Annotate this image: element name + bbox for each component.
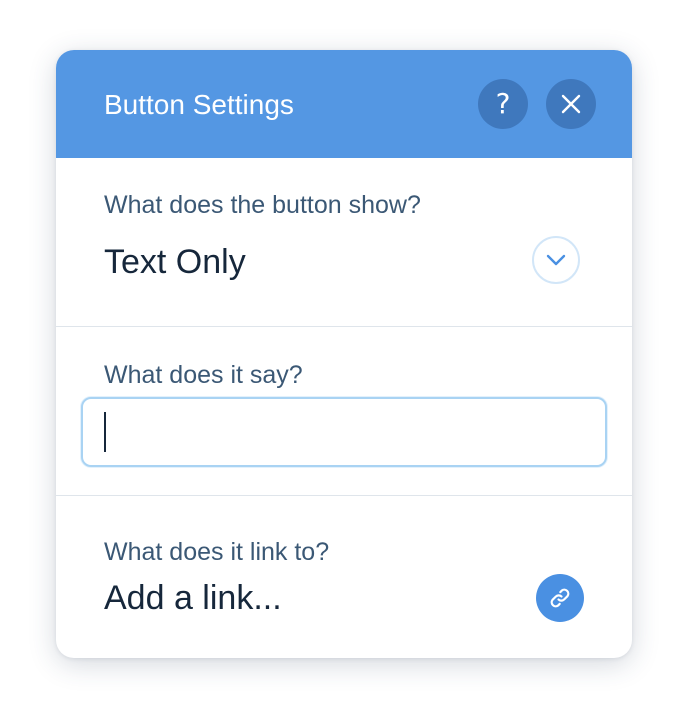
chevron-down-icon [546,254,566,266]
add-link-text[interactable]: Add a link... [104,578,282,618]
text-cursor [104,412,106,452]
close-button[interactable] [546,79,596,129]
button-content-dropdown-button[interactable] [532,236,580,284]
button-text-label: What does it say? [104,361,303,389]
button-link-label: What does it link to? [104,538,330,566]
button-content-label: What does the button show? [104,191,421,219]
link-icon [550,588,570,608]
section-divider [56,326,632,327]
panel-header: Button Settings ? [56,50,632,158]
link-button[interactable] [536,574,584,622]
button-settings-panel: Button Settings ? What does the button s… [56,50,632,658]
help-button[interactable]: ? [478,79,528,129]
button-content-select[interactable]: Text Only [104,242,246,282]
section-divider [56,495,632,496]
button-text-input[interactable] [81,397,607,467]
panel-title: Button Settings [104,89,294,120]
close-icon [561,94,581,114]
question-mark-icon: ? [495,87,511,120]
